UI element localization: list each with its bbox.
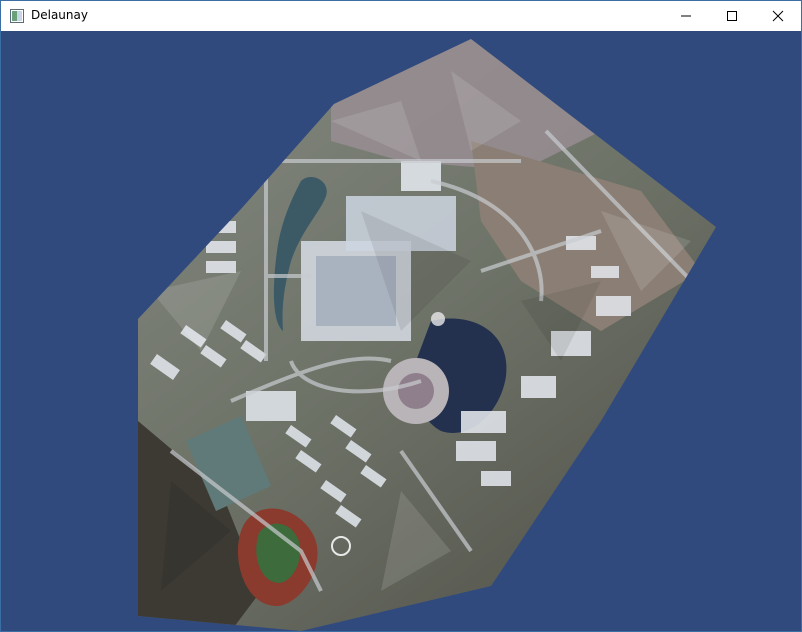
close-icon [772,10,784,22]
window-app-icon [10,9,24,23]
app-window: Delaunay [0,0,802,632]
render-canvas[interactable] [1,31,801,631]
minimize-icon [681,15,691,17]
window-title: Delaunay [31,8,88,22]
triangulated-image [138,39,716,631]
maximize-icon [727,11,737,21]
minimize-button[interactable] [663,1,709,31]
close-button[interactable] [755,1,801,31]
satellite-image [138,39,716,631]
title-bar[interactable]: Delaunay [1,1,801,31]
maximize-button[interactable] [709,1,755,31]
